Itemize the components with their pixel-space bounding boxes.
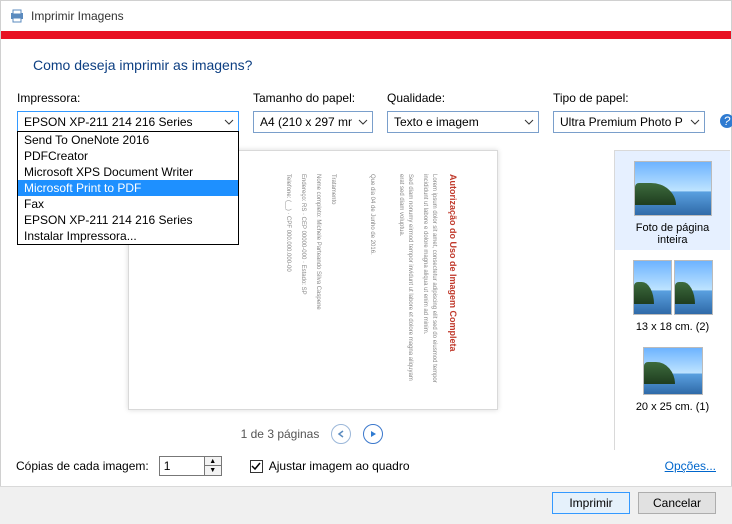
printer-option[interactable]: Send To OneNote 2016 [18,132,238,148]
chevron-down-icon [524,119,534,125]
layout-template[interactable]: 20 x 25 cm. (1) [615,337,730,417]
printer-option[interactable]: EPSON XP-211 214 216 Series [18,212,238,228]
accent-band [1,31,731,39]
doc-paragraph: Lorem ipsum dolor sit amet, consectetur … [420,174,438,386]
page-header-question: Como deseja imprimir as imagens? [1,39,731,87]
doc-block: Nome completo: Michele Parteando Silva C… [313,174,322,386]
window-title: Imprimir Imagens [31,9,124,23]
copies-increment-button[interactable]: ▲ [205,457,221,466]
print-button[interactable]: Imprimir [552,492,630,514]
layout-template[interactable]: 13 x 18 cm. (2) [615,250,730,337]
doc-block: Tratamento [328,174,337,386]
printer-select-value: EPSON XP-211 214 216 Series [24,115,193,129]
print-controls-row: Impressora: EPSON XP-211 214 216 Series … [1,87,731,133]
printer-select[interactable]: EPSON XP-211 214 216 Series [17,111,239,133]
printer-option[interactable]: PDFCreator [18,148,238,164]
prev-page-button[interactable] [331,424,351,444]
template-label: 20 x 25 cm. (1) [621,401,724,413]
template-label: 13 x 18 cm. (2) [621,321,724,333]
help-icon[interactable]: ? [719,113,732,129]
layout-template[interactable]: Foto de página inteira [615,151,730,250]
doc-title: Autorização do Uso de Imagem Completa [448,174,458,386]
paper-type-value: Ultra Premium Photo P [560,115,683,129]
quality-group: Qualidade: Texto e imagem [387,91,539,133]
options-link[interactable]: Opções... [665,459,716,473]
doc-block: Telefone: (__) · CPF 000.000.000-00 [283,174,292,386]
next-page-button[interactable] [363,424,383,444]
printer-dropdown-list: Send To OneNote 2016 PDFCreator Microsof… [17,131,239,245]
paper-size-value: A4 (210 x 297 mm [260,115,352,129]
fit-checkbox-group: Ajustar imagem ao quadro [250,459,410,473]
page-navigator: 1 de 3 páginas [16,424,608,444]
copies-label: Cópias de cada imagem: [16,459,149,473]
printer-group: Impressora: EPSON XP-211 214 216 Series [17,91,239,133]
copies-decrement-button[interactable]: ▼ [205,466,221,475]
printer-option[interactable]: Microsoft Print to PDF [18,180,238,196]
doc-block: Endereço: RS · CEP 00000-000 · Estado: S… [298,174,307,386]
titlebar: Imprimir Imagens [1,1,731,31]
printer-option[interactable]: Instalar Impressora... [18,228,238,244]
quality-label: Qualidade: [387,91,539,105]
paper-type-label: Tipo de papel: [553,91,705,105]
dialog-buttons: Imprimir Cancelar [0,486,732,524]
printer-option[interactable]: Microsoft XPS Document Writer [18,164,238,180]
paper-type-group: Tipo de papel: Ultra Premium Photo P [553,91,705,133]
printer-option[interactable]: Fax [18,196,238,212]
printer-icon [9,8,25,24]
layout-templates-panel[interactable]: Foto de página inteira 13 x 18 cm. (2) 2… [614,150,730,450]
copies-input[interactable] [159,456,205,476]
doc-paragraph: Sed diam nonumy eirmod tempor invidunt u… [396,174,414,386]
template-thumbnail [633,260,713,315]
cancel-button[interactable]: Cancelar [638,492,716,514]
bottom-bar: Cópias de cada imagem: ▲ ▼ Ajustar image… [0,450,732,520]
fit-label: Ajustar imagem ao quadro [269,459,410,473]
template-thumbnail [643,347,703,395]
quality-value: Texto e imagem [394,115,479,129]
svg-text:?: ? [724,114,731,128]
paper-size-select[interactable]: A4 (210 x 297 mm [253,111,373,133]
paper-size-label: Tamanho do papel: [253,91,373,105]
template-label: Foto de página inteira [621,222,724,246]
chevron-down-icon [358,119,368,125]
copies-spinner: ▲ ▼ [159,456,222,476]
template-thumbnail [634,161,712,216]
quality-select[interactable]: Texto e imagem [387,111,539,133]
doc-date: Que dia 04 de Junho de 2016. [367,174,376,386]
printer-label: Impressora: [17,91,239,105]
chevron-down-icon [690,119,700,125]
paper-size-group: Tamanho do papel: A4 (210 x 297 mm [253,91,373,133]
paper-type-select[interactable]: Ultra Premium Photo P [553,111,705,133]
options-row: Cópias de cada imagem: ▲ ▼ Ajustar image… [0,450,732,486]
chevron-down-icon [224,119,234,125]
pager-text: 1 de 3 páginas [241,427,320,441]
fit-checkbox[interactable] [250,460,263,473]
